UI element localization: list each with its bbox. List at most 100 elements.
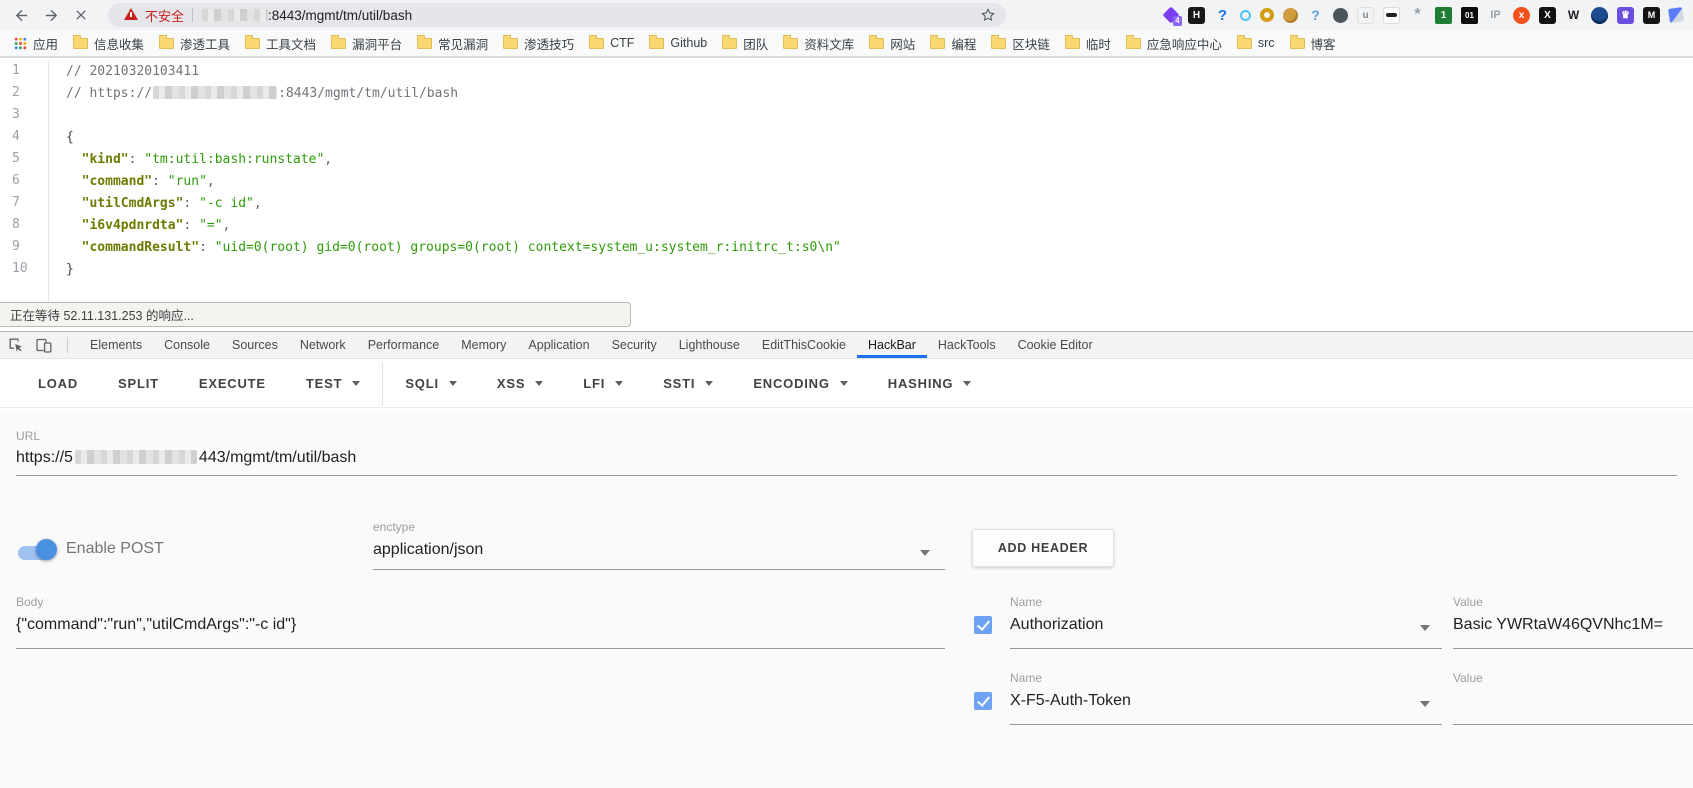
folder-icon bbox=[73, 38, 88, 49]
tab-performance[interactable]: Performance bbox=[357, 332, 451, 358]
not-secure-warning-icon bbox=[124, 8, 138, 20]
stop-loading-icon[interactable] bbox=[73, 7, 89, 23]
code-line: 6 "command": "run", bbox=[0, 170, 1693, 192]
enctype-select[interactable]: application/json bbox=[373, 541, 483, 559]
hashing-menu-button[interactable]: HASHING bbox=[888, 376, 972, 391]
tab-lighthouse[interactable]: Lighthouse bbox=[668, 332, 751, 358]
bookmark-folder[interactable]: 区块链 bbox=[991, 34, 1050, 53]
encoding-menu-button[interactable]: ENCODING bbox=[753, 376, 847, 391]
body-input[interactable]: {"command":"run","utilCmdArgs":"-c id"} bbox=[16, 616, 296, 634]
extension-icon[interactable]: ? bbox=[1307, 7, 1324, 24]
bookmark-apps[interactable]: 应用 bbox=[14, 34, 58, 53]
json-value: "=" bbox=[199, 218, 222, 233]
toolbar-divider bbox=[382, 362, 383, 406]
bookmark-folder[interactable]: 渗透技巧 bbox=[503, 34, 574, 53]
extension-icon[interactable]: 1 bbox=[1435, 7, 1452, 24]
bookmark-label: Github bbox=[670, 36, 707, 50]
split-button[interactable]: SPLIT bbox=[118, 376, 159, 391]
header-enabled-checkbox[interactable] bbox=[974, 692, 992, 710]
header-value-input[interactable]: Basic YWRtaW46QVNhc1M= bbox=[1453, 616, 1663, 634]
bookmark-folder[interactable]: 应急响应中心 bbox=[1126, 34, 1222, 53]
load-button[interactable]: LOAD bbox=[38, 376, 78, 391]
header-name-select[interactable]: X-F5-Auth-Token bbox=[1010, 692, 1131, 710]
extension-icon[interactable]: u bbox=[1357, 7, 1374, 24]
address-url-text[interactable]: :8443/mgmt/tm/util/bash bbox=[268, 8, 412, 23]
extension-icon[interactable]: X bbox=[1539, 7, 1556, 24]
extension-icon[interactable]: 01 bbox=[1461, 7, 1478, 24]
url-input[interactable]: https://5443/mgmt/tm/util/bash bbox=[16, 449, 356, 467]
redacted-ip-block bbox=[153, 86, 277, 99]
bookmark-folder[interactable]: 临时 bbox=[1065, 34, 1111, 53]
tab-security[interactable]: Security bbox=[601, 332, 668, 358]
bookmark-folder[interactable]: 博客 bbox=[1290, 34, 1336, 53]
device-toolbar-icon[interactable] bbox=[36, 337, 52, 353]
lfi-menu-button[interactable]: LFI bbox=[583, 376, 623, 391]
execute-button[interactable]: EXECUTE bbox=[199, 376, 266, 391]
security-label[interactable]: 不安全 bbox=[145, 6, 184, 25]
chevron-down-icon[interactable] bbox=[1420, 625, 1430, 636]
ssti-menu-button[interactable]: SSTI bbox=[663, 376, 713, 391]
bookmark-folder[interactable]: 网站 bbox=[869, 34, 915, 53]
header-name-underline bbox=[1010, 648, 1442, 649]
extension-icon[interactable] bbox=[1283, 8, 1298, 23]
extension-icon[interactable] bbox=[1591, 7, 1608, 24]
bookmark-folder[interactable]: 资料文库 bbox=[783, 34, 854, 53]
extension-icon[interactable] bbox=[1260, 8, 1274, 22]
extension-icon[interactable]: ♛ bbox=[1617, 7, 1634, 24]
bookmark-folder[interactable]: Github bbox=[649, 36, 707, 50]
extension-icon[interactable]: M bbox=[1643, 7, 1660, 24]
extension-icon[interactable] bbox=[1668, 7, 1684, 23]
enable-post-toggle-thumb[interactable] bbox=[36, 539, 57, 560]
forward-icon[interactable] bbox=[43, 7, 60, 24]
folder-icon bbox=[417, 38, 432, 49]
bookmark-folder[interactable]: 工具文档 bbox=[245, 34, 316, 53]
redacted-ip-block bbox=[75, 450, 197, 464]
bookmark-star-icon[interactable] bbox=[980, 7, 996, 23]
bookmark-folder[interactable]: 信息收集 bbox=[73, 34, 144, 53]
extension-icon[interactable]: W bbox=[1565, 7, 1582, 24]
extension-icon[interactable] bbox=[1383, 7, 1400, 24]
extension-icon[interactable]: H bbox=[1188, 7, 1205, 24]
extension-icon[interactable] bbox=[1240, 10, 1251, 21]
bookmark-folder[interactable]: 渗透工具 bbox=[159, 34, 230, 53]
tab-application[interactable]: Application bbox=[517, 332, 600, 358]
tab-console[interactable]: Console bbox=[153, 332, 221, 358]
sqli-menu-button[interactable]: SQLI bbox=[405, 376, 457, 391]
extension-icon[interactable]: ? bbox=[1214, 7, 1231, 24]
folder-icon bbox=[1065, 38, 1080, 49]
tab-network[interactable]: Network bbox=[289, 332, 357, 358]
bookmark-folder[interactable]: 团队 bbox=[722, 34, 768, 53]
extension-icon[interactable]: * bbox=[1409, 7, 1426, 24]
bookmark-folder[interactable]: 编程 bbox=[930, 34, 976, 53]
extension-icon[interactable] bbox=[1333, 8, 1348, 23]
extension-icon[interactable]: IP bbox=[1487, 7, 1504, 24]
tab-sources[interactable]: Sources bbox=[221, 332, 289, 358]
bookmark-folder[interactable]: src bbox=[1237, 36, 1275, 50]
inspect-element-icon[interactable] bbox=[8, 337, 24, 353]
address-bar[interactable]: 不安全 :8443/mgmt/tm/util/bash bbox=[108, 3, 1006, 27]
tab-elements[interactable]: Elements bbox=[79, 332, 153, 358]
extension-icon[interactable]: 4 bbox=[1162, 7, 1179, 24]
bookmark-folder[interactable]: 漏洞平台 bbox=[331, 34, 402, 53]
bookmark-folder[interactable]: CTF bbox=[589, 36, 634, 50]
devtools-tab-bar: Elements Console Sources Network Perform… bbox=[0, 331, 1693, 359]
chevron-down-icon[interactable] bbox=[920, 550, 930, 561]
header-enabled-checkbox[interactable] bbox=[974, 616, 992, 634]
tab-hackbar[interactable]: HackBar bbox=[857, 332, 927, 358]
tab-memory[interactable]: Memory bbox=[450, 332, 517, 358]
chevron-down-icon[interactable] bbox=[1420, 701, 1430, 712]
bookmark-folder[interactable]: 常见漏洞 bbox=[417, 34, 488, 53]
tab-hacktools[interactable]: HackTools bbox=[927, 332, 1007, 358]
header-name-select[interactable]: Authorization bbox=[1010, 616, 1103, 634]
folder-icon bbox=[722, 38, 737, 49]
tab-editthiscookie[interactable]: EditThisCookie bbox=[751, 332, 857, 358]
back-icon[interactable] bbox=[13, 7, 30, 24]
bookmark-label: 编程 bbox=[951, 34, 976, 53]
xss-menu-button[interactable]: XSS bbox=[497, 376, 543, 391]
extension-icon[interactable]: x bbox=[1513, 7, 1530, 24]
add-header-button[interactable]: ADD HEADER bbox=[972, 529, 1114, 567]
tab-cookie-editor[interactable]: Cookie Editor bbox=[1007, 332, 1104, 358]
json-value: "-c id" bbox=[199, 196, 254, 211]
bookmark-label: 信息收集 bbox=[94, 34, 144, 53]
test-menu-button[interactable]: TEST bbox=[306, 376, 360, 391]
